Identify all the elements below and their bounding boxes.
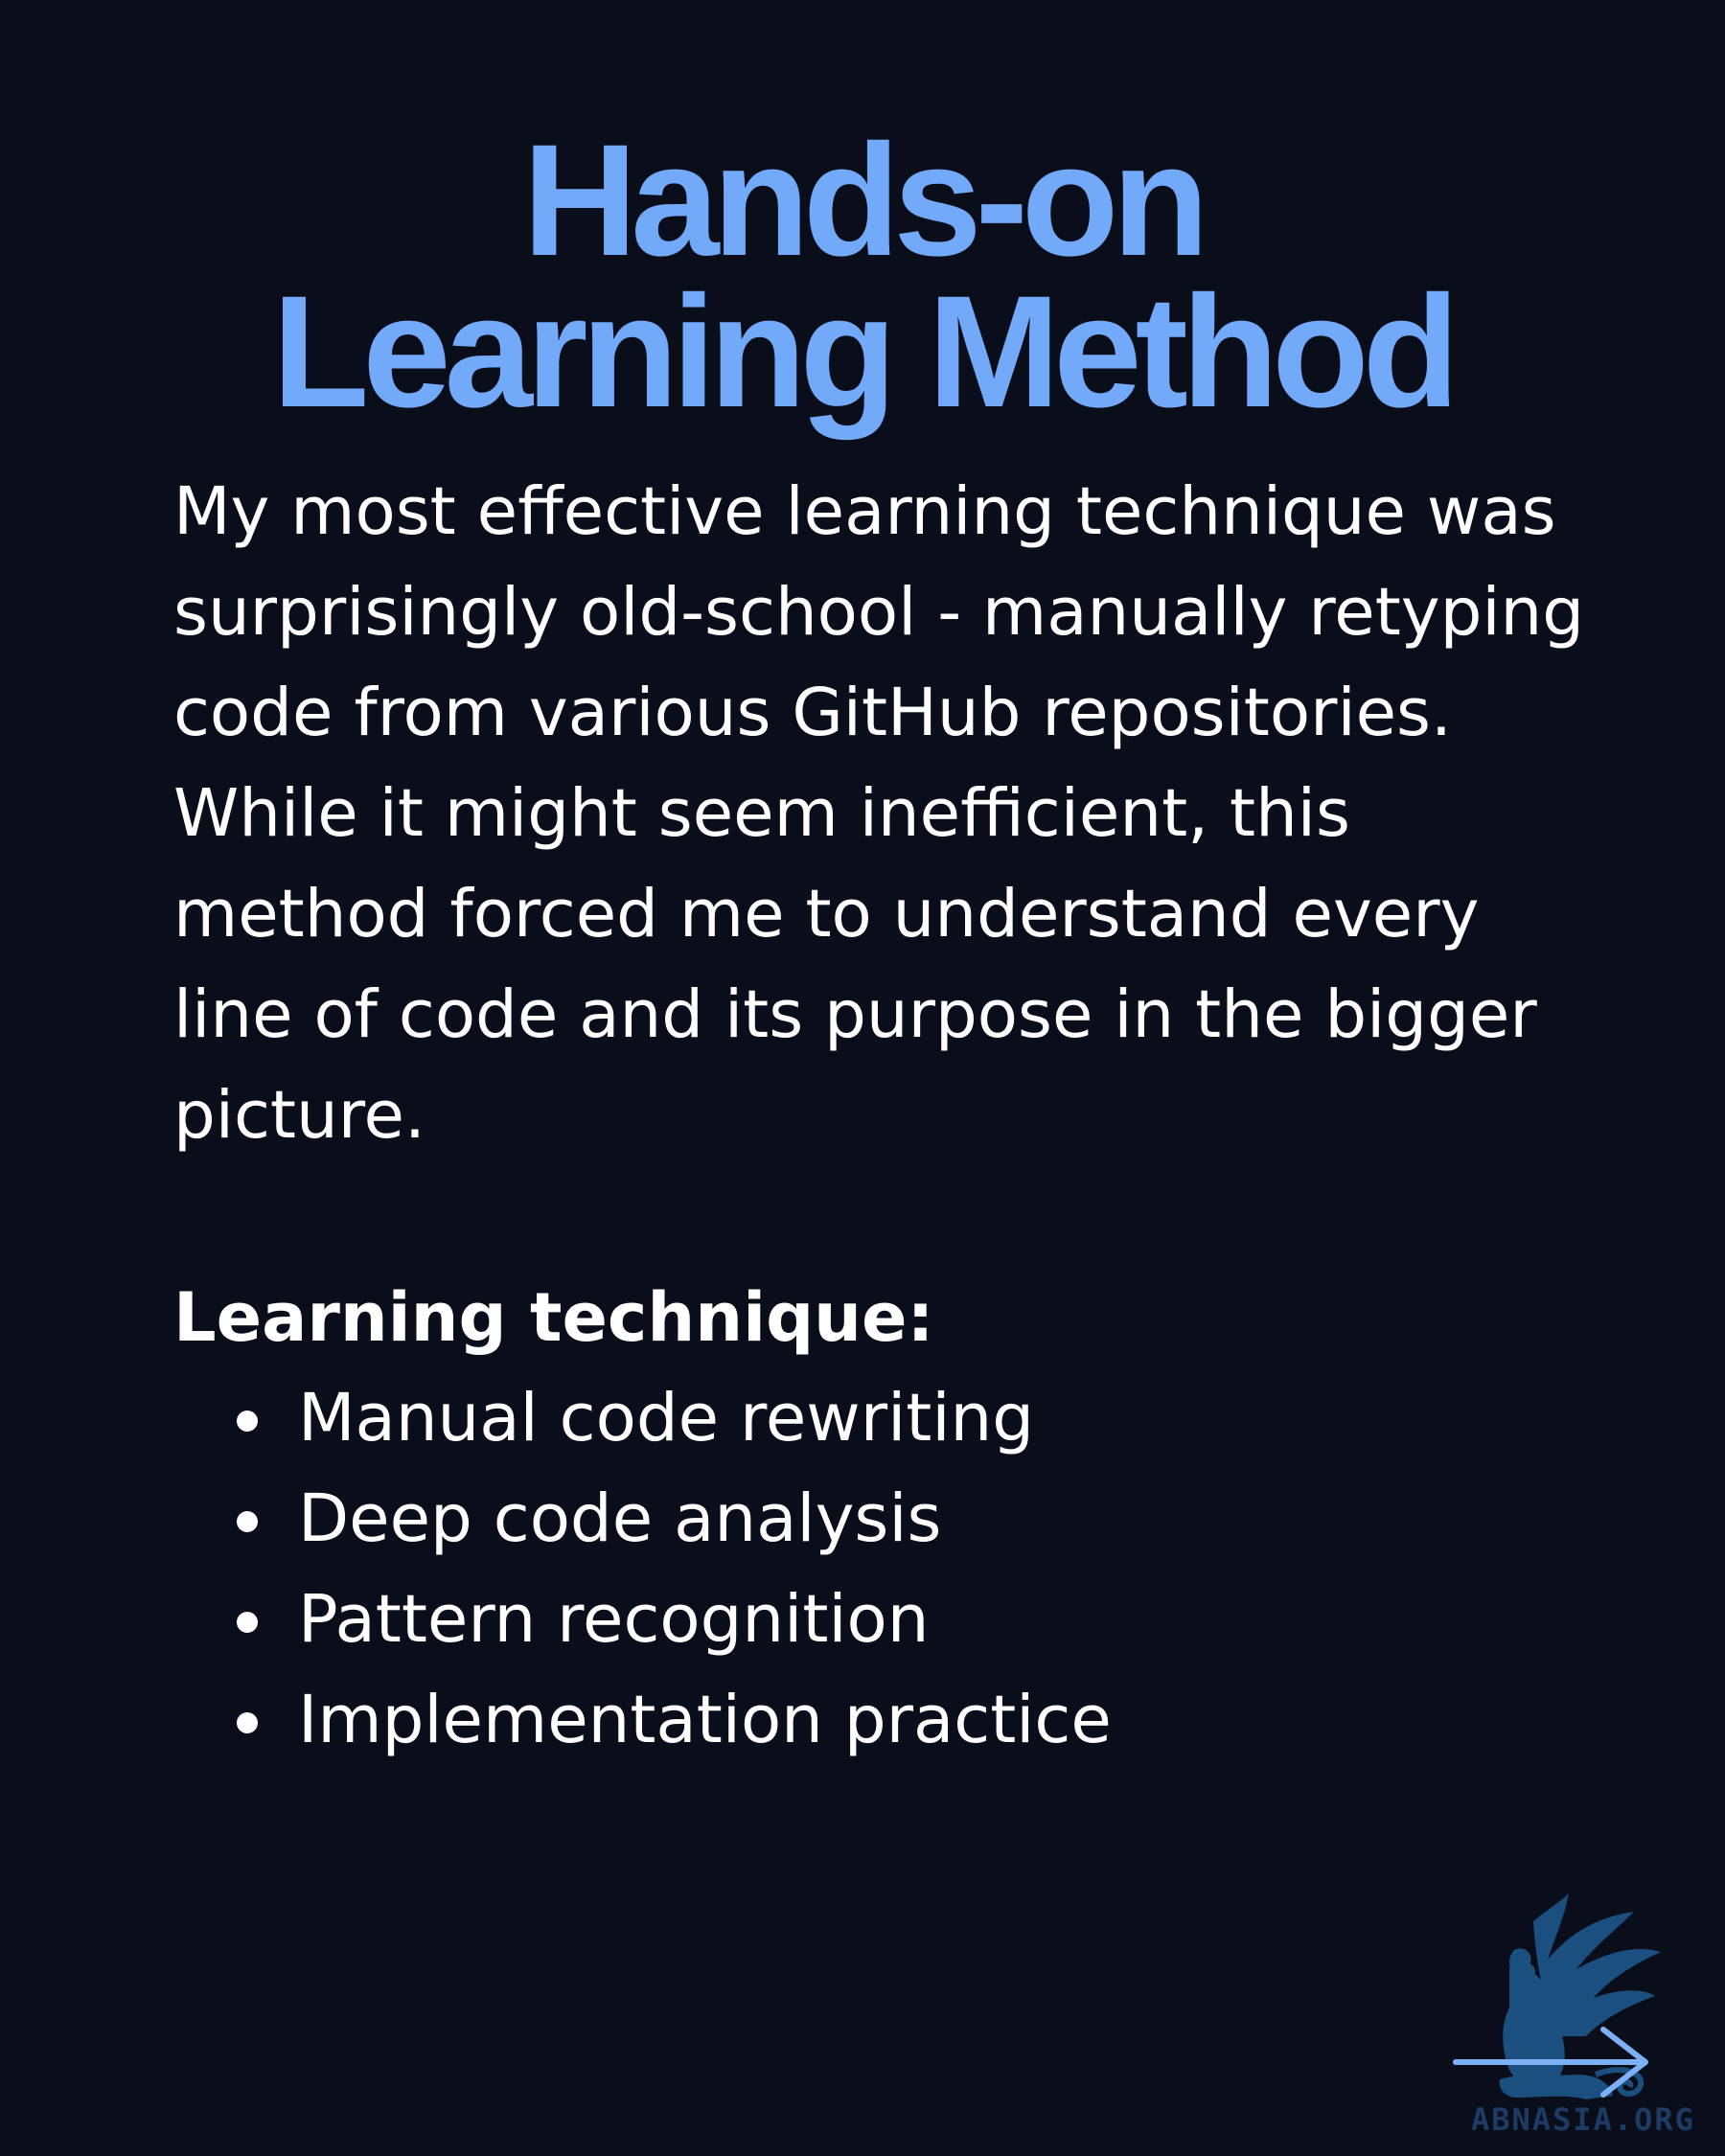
bullet-icon	[237, 1712, 258, 1733]
watermark-text: ABNASIA.ORG	[1471, 2101, 1695, 2138]
list-item: Manual code rewriting	[173, 1368, 1112, 1469]
list-item: Implementation practice	[173, 1670, 1112, 1771]
list-item: Pattern recognition	[173, 1570, 1112, 1670]
intro-paragraph: My most effective learning technique was…	[173, 473, 1585, 1154]
list-item: Deep code analysis	[173, 1469, 1112, 1570]
technique-list: Manual code rewriting Deep code analysis…	[173, 1368, 1112, 1771]
list-item-label: Implementation practice	[298, 1682, 1112, 1758]
page-title: Hands-on Learning Method	[0, 112, 1725, 442]
bullet-icon	[237, 1411, 258, 1432]
bullet-icon	[237, 1612, 258, 1633]
title-line-1: Hands-on	[522, 112, 1208, 290]
list-item-label: Pattern recognition	[298, 1581, 930, 1658]
arrow-right-icon[interactable]	[1452, 2024, 1655, 2100]
list-item-label: Deep code analysis	[298, 1480, 942, 1557]
technique-heading: Learning technique:	[173, 1278, 934, 1357]
list-item-label: Manual code rewriting	[298, 1380, 1035, 1456]
title-line-2: Learning Method	[271, 264, 1460, 442]
bullet-icon	[237, 1511, 258, 1532]
